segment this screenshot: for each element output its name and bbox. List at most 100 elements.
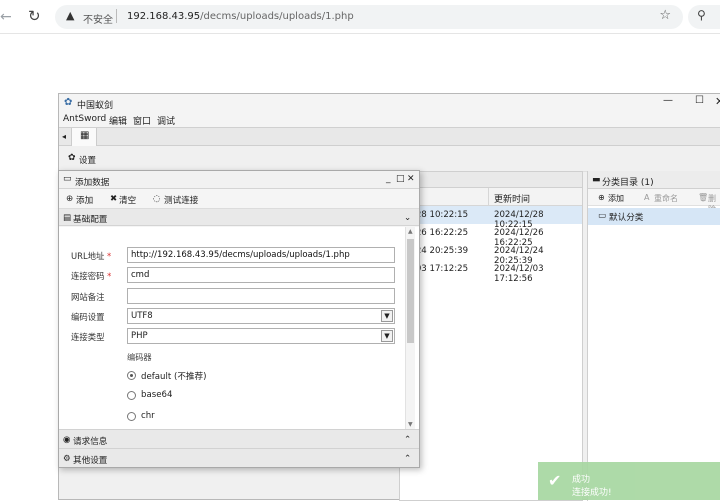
category-rename-button[interactable]: 重命名 xyxy=(654,193,678,204)
chevron-down-icon[interactable]: ▼ xyxy=(381,310,393,322)
dialog-maximize-icon[interactable]: □ xyxy=(396,174,405,184)
dialog-toolbar: ⊕ 添加 ✖ 清空 ◌ 测试连接 xyxy=(59,189,419,209)
cogs-icon: ⚙ xyxy=(63,454,71,464)
chevron-up-icon[interactable]: ⌃ xyxy=(404,454,411,464)
add-data-dialog: ▭ 添加数据 _ □ ✕ ⊕ 添加 ✖ 清空 ◌ 测试连接 ▤ 基础配置 ⌄ U… xyxy=(58,170,420,468)
encoder-option-label: chr xyxy=(141,411,155,421)
table-row[interactable]: 12/24 20:25:39 2024/12/24 20:25:39 xyxy=(400,242,582,266)
category-delete-icon[interactable]: 🗑 xyxy=(698,193,708,202)
gear-icon[interactable]: ✿ xyxy=(68,153,76,163)
radio-button[interactable] xyxy=(127,391,136,400)
menu-edit[interactable]: 编辑 xyxy=(109,114,127,127)
table-row[interactable]: 12/03 17:12:25 2024/12/03 17:12:56 xyxy=(400,260,582,284)
radio-button[interactable] xyxy=(127,412,136,421)
category-item-label: 默认分类 xyxy=(609,213,644,223)
type-label: 连接类型 xyxy=(71,332,105,342)
type-row: 连接类型 PHP ▼ xyxy=(59,328,407,344)
tab-strip: ◂ ▦ xyxy=(59,127,720,146)
scroll-up-icon[interactable]: ▲ xyxy=(408,228,413,235)
category-item[interactable]: ▭ 默认分类 xyxy=(588,208,720,225)
chevron-up-icon[interactable]: ⌃ xyxy=(404,435,411,445)
menu-antsword[interactable]: AntSword xyxy=(63,114,106,124)
search-button[interactable]: ⚲ xyxy=(688,5,720,29)
required-mark: * xyxy=(107,271,112,281)
back-arrow-icon[interactable]: ← xyxy=(0,9,12,25)
url-host: 192.168.43.95 xyxy=(127,11,201,22)
category-panel: ▬ 分类目录 (1) ⊕ 添加 A 重命名 🗑 删除 ▭ 默认分类 xyxy=(587,171,720,501)
encoding-value: UTF8 xyxy=(131,311,153,321)
type-value: PHP xyxy=(131,331,148,341)
url-input[interactable] xyxy=(127,247,395,263)
chevron-down-icon[interactable]: ▼ xyxy=(381,330,393,342)
close-window-icon[interactable]: ✕ xyxy=(715,95,720,108)
url-label-text: URL地址 xyxy=(71,251,105,261)
scroll-down-icon[interactable]: ▼ xyxy=(408,421,413,428)
category-title: 分类目录 (1) xyxy=(602,178,654,188)
minimize-icon[interactable]: — xyxy=(663,95,673,106)
clear-button[interactable]: 清空 xyxy=(119,194,136,206)
chevron-down-icon[interactable]: ⌄ xyxy=(404,213,411,223)
dialog-titlebar: ▭ 添加数据 _ □ ✕ xyxy=(59,171,419,189)
category-add-icon[interactable]: ⊕ xyxy=(598,193,605,202)
address-bar[interactable]: ▲ 不安全 192.168.43.95/decms/uploads/upload… xyxy=(55,5,683,29)
dialog-close-icon[interactable]: ✕ xyxy=(407,174,415,184)
menu-bar: AntSword 编辑 窗口 调试 xyxy=(59,112,720,127)
warning-icon[interactable]: ▲ xyxy=(66,9,74,22)
window-icon: ▭ xyxy=(63,174,72,184)
note-input[interactable] xyxy=(127,288,395,304)
reload-icon[interactable]: ↻ xyxy=(28,7,41,25)
document-icon: ▤ xyxy=(63,213,72,223)
test-connection-button[interactable]: 测试连接 xyxy=(164,194,198,206)
category-add-button[interactable]: 添加 xyxy=(608,193,624,204)
table-row[interactable]: 12/28 10:22:15 2024/12/28 10:22:15 xyxy=(400,206,582,230)
url-row: URL地址 * xyxy=(59,247,407,263)
form-scrollbar[interactable]: ▲ ▼ xyxy=(405,227,415,429)
browser-toolbar: ← ↻ ▲ 不安全 192.168.43.95/decms/uploads/up… xyxy=(0,0,720,34)
password-input[interactable] xyxy=(127,267,395,283)
folder-icon: ▭ xyxy=(598,211,607,221)
add-icon[interactable]: ⊕ xyxy=(66,194,73,204)
request-section-title: 请求信息 xyxy=(73,437,108,447)
success-toast[interactable]: ✔ 成功 连接成功! xyxy=(538,462,720,500)
add-button[interactable]: 添加 xyxy=(76,194,93,206)
bookmark-star-icon[interactable]: ☆ xyxy=(659,8,671,23)
clear-icon[interactable]: ✖ xyxy=(110,194,117,204)
menu-window[interactable]: 窗口 xyxy=(133,114,151,127)
url-label: URL地址 * xyxy=(71,250,111,262)
url-text[interactable]: 192.168.43.95/decms/uploads/uploads/1.ph… xyxy=(127,11,354,22)
settings-bar: ✿ 设置 xyxy=(59,146,720,172)
toast-message: 连接成功! xyxy=(572,488,612,498)
accordion-basic-header[interactable]: ▤ 基础配置 ⌄ xyxy=(59,209,419,226)
dialog-title: 添加数据 xyxy=(75,178,110,188)
toast-title: 成功 xyxy=(572,475,591,485)
column-header-updated[interactable]: 更新时间 xyxy=(494,192,530,205)
shell-data-grid: 时间 更新时间 12/28 10:22:15 2024/12/28 10:22:… xyxy=(399,171,583,501)
encoding-row: 编码设置 UTF8 ▼ xyxy=(59,308,407,324)
table-row[interactable]: 12/26 16:22:25 2024/12/26 16:22:25 xyxy=(400,224,582,248)
password-label-text: 连接密码 xyxy=(71,271,105,281)
tab-scroll-left-icon[interactable]: ◂ xyxy=(62,132,66,141)
maximize-icon[interactable]: ☐ xyxy=(695,95,704,106)
encoding-label: 编码设置 xyxy=(71,312,105,322)
password-label: 连接密码 * xyxy=(71,270,111,282)
window-titlebar: ✿ 中国蚁剑 — ☐ ✕ xyxy=(59,94,720,112)
test-connection-icon[interactable]: ◌ xyxy=(153,194,161,204)
antsword-logo-icon: ✿ xyxy=(64,97,73,108)
category-rename-icon[interactable]: A xyxy=(644,193,649,202)
url-path: /decms/uploads/uploads/1.php xyxy=(200,11,354,22)
type-select[interactable]: PHP ▼ xyxy=(127,328,395,344)
accordion-other-header[interactable]: ⚙ 其他设置 ⌃ xyxy=(59,448,419,467)
required-mark: * xyxy=(107,251,112,261)
settings-button[interactable]: 设置 xyxy=(79,154,96,166)
security-label[interactable]: 不安全 xyxy=(83,11,113,26)
encoding-select[interactable]: UTF8 ▼ xyxy=(127,308,395,324)
encoder-option-label: default (不推荐) xyxy=(141,372,207,382)
tab-shell-list[interactable]: ▦ xyxy=(71,128,97,146)
column-divider xyxy=(488,188,489,206)
search-icon: ⚲ xyxy=(697,8,706,22)
radio-button-checked[interactable] xyxy=(127,371,136,380)
menu-debug[interactable]: 调试 xyxy=(157,114,175,127)
scrollbar-thumb[interactable] xyxy=(407,239,414,343)
dialog-minimize-icon[interactable]: _ xyxy=(386,174,391,184)
accordion-request-header[interactable]: ◉ 请求信息 ⌃ xyxy=(59,429,419,448)
